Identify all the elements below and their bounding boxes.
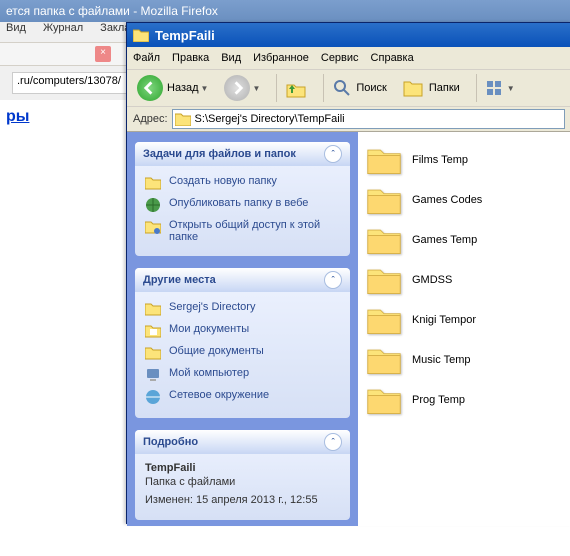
file-name: Games Temp <box>412 234 477 246</box>
network-icon <box>145 389 161 405</box>
collapse-icon[interactable]: ˆ <box>324 271 342 289</box>
chevron-down-icon[interactable]: ▼ <box>507 84 515 93</box>
up-button[interactable] <box>281 75 311 101</box>
search-icon <box>332 78 352 98</box>
separator <box>323 74 324 102</box>
chevron-down-icon[interactable]: ▼ <box>201 84 209 93</box>
task-share[interactable]: Открыть общий доступ к этой папке <box>145 216 340 246</box>
collapse-icon[interactable]: ˆ <box>324 433 342 451</box>
details-panel: Подробно ˆ TempFaili Папка с файлами Изм… <box>135 430 350 520</box>
menu-tools[interactable]: Сервис <box>321 52 359 64</box>
documents-icon <box>145 323 161 339</box>
explorer-addressbar: Адрес: S:\Sergej's Directory\TempFaili <box>127 107 570 132</box>
file-item[interactable]: Prog Temp <box>358 380 570 420</box>
tasks-header[interactable]: Задачи для файлов и папок ˆ <box>135 142 350 166</box>
separator <box>476 74 477 102</box>
address-input[interactable]: S:\Sergej's Directory\TempFaili <box>172 109 565 129</box>
firefox-menu-view[interactable]: Вид <box>6 22 26 34</box>
tab-close-icon[interactable]: × <box>95 46 111 62</box>
file-item[interactable]: Games Codes <box>358 180 570 220</box>
chevron-down-icon[interactable]: ▼ <box>252 84 260 93</box>
firefox-menu-journal[interactable]: Журнал <box>43 22 83 34</box>
address-label: Адрес: <box>133 113 168 125</box>
details-name: TempFaili <box>145 462 340 474</box>
collapse-icon[interactable]: ˆ <box>324 145 342 163</box>
folders-icon <box>403 78 425 98</box>
places-panel: Другие места ˆ Sergej's Directory Мои до… <box>135 268 350 418</box>
file-item[interactable]: Films Temp <box>358 140 570 180</box>
menu-favorites[interactable]: Избранное <box>253 52 309 64</box>
file-name: Prog Temp <box>412 394 465 406</box>
explorer-window: TempFaili Файл Правка Вид Избранное Серв… <box>126 22 570 524</box>
places-header[interactable]: Другие места ˆ <box>135 268 350 292</box>
page-link[interactable]: ры <box>6 108 29 125</box>
folders-button[interactable]: Папки <box>399 76 464 100</box>
place-mydocs[interactable]: Мои документы <box>145 320 340 342</box>
place-shareddocs[interactable]: Общие документы <box>145 342 340 364</box>
separator <box>276 74 277 102</box>
address-path: S:\Sergej's Directory\TempFaili <box>195 113 345 125</box>
place-mycomputer[interactable]: Мой компьютер <box>145 364 340 386</box>
explorer-sidebar: Задачи для файлов и папок ˆ Создать нову… <box>127 132 358 526</box>
forward-button[interactable]: ▼ <box>220 73 264 103</box>
globe-icon <box>145 197 161 213</box>
file-item[interactable]: Music Temp <box>358 340 570 380</box>
back-button[interactable]: Назад▼ <box>133 73 212 103</box>
task-new-folder[interactable]: Создать новую папку <box>145 172 340 194</box>
shared-docs-icon <box>145 345 161 361</box>
explorer-title: TempFaili <box>155 28 215 43</box>
file-name: Films Temp <box>412 154 468 166</box>
folder-icon <box>145 301 161 317</box>
place-parent[interactable]: Sergej's Directory <box>145 298 340 320</box>
back-icon <box>137 75 163 101</box>
details-header[interactable]: Подробно ˆ <box>135 430 350 454</box>
menu-help[interactable]: Справка <box>371 52 414 64</box>
file-name: GMDSS <box>412 274 452 286</box>
file-name: Games Codes <box>412 194 482 206</box>
folder-icon <box>175 112 191 126</box>
menu-view[interactable]: Вид <box>221 52 241 64</box>
firefox-title: ется папка с файлами - Mozilla Firefox <box>0 0 570 22</box>
explorer-titlebar[interactable]: TempFaili <box>127 23 570 47</box>
share-icon <box>145 219 161 235</box>
tasks-panel: Задачи для файлов и папок ˆ Создать нову… <box>135 142 350 256</box>
firefox-address-input[interactable]: .ru/computers/13078/ <box>12 72 132 94</box>
forward-icon <box>224 75 250 101</box>
new-folder-icon <box>145 175 161 191</box>
computer-icon <box>145 367 161 383</box>
file-item[interactable]: Games Temp <box>358 220 570 260</box>
up-folder-icon <box>285 77 307 99</box>
views-button[interactable]: ▼ <box>481 77 519 99</box>
file-name: Knigi Tempor <box>412 314 476 326</box>
views-icon <box>485 79 505 97</box>
file-item[interactable]: GMDSS <box>358 260 570 300</box>
explorer-toolbar: Назад▼ ▼ Поиск Папки ▼ <box>127 70 570 107</box>
details-modified: Изменен: 15 апреля 2013 г., 12:55 <box>145 494 340 506</box>
explorer-menubar: Файл Правка Вид Избранное Сервис Справка <box>127 47 570 70</box>
details-type: Папка с файлами <box>145 476 340 488</box>
folder-icon <box>133 28 149 42</box>
search-button[interactable]: Поиск <box>328 76 390 100</box>
file-name: Music Temp <box>412 354 470 366</box>
task-publish[interactable]: Опубликовать папку в вебе <box>145 194 340 216</box>
file-item[interactable]: Knigi Tempor <box>358 300 570 340</box>
menu-file[interactable]: Файл <box>133 52 160 64</box>
file-list[interactable]: Films Temp Games Codes Games Temp GMDSS Kni… <box>358 132 570 526</box>
menu-edit[interactable]: Правка <box>172 52 209 64</box>
place-network[interactable]: Сетевое окружение <box>145 386 340 408</box>
